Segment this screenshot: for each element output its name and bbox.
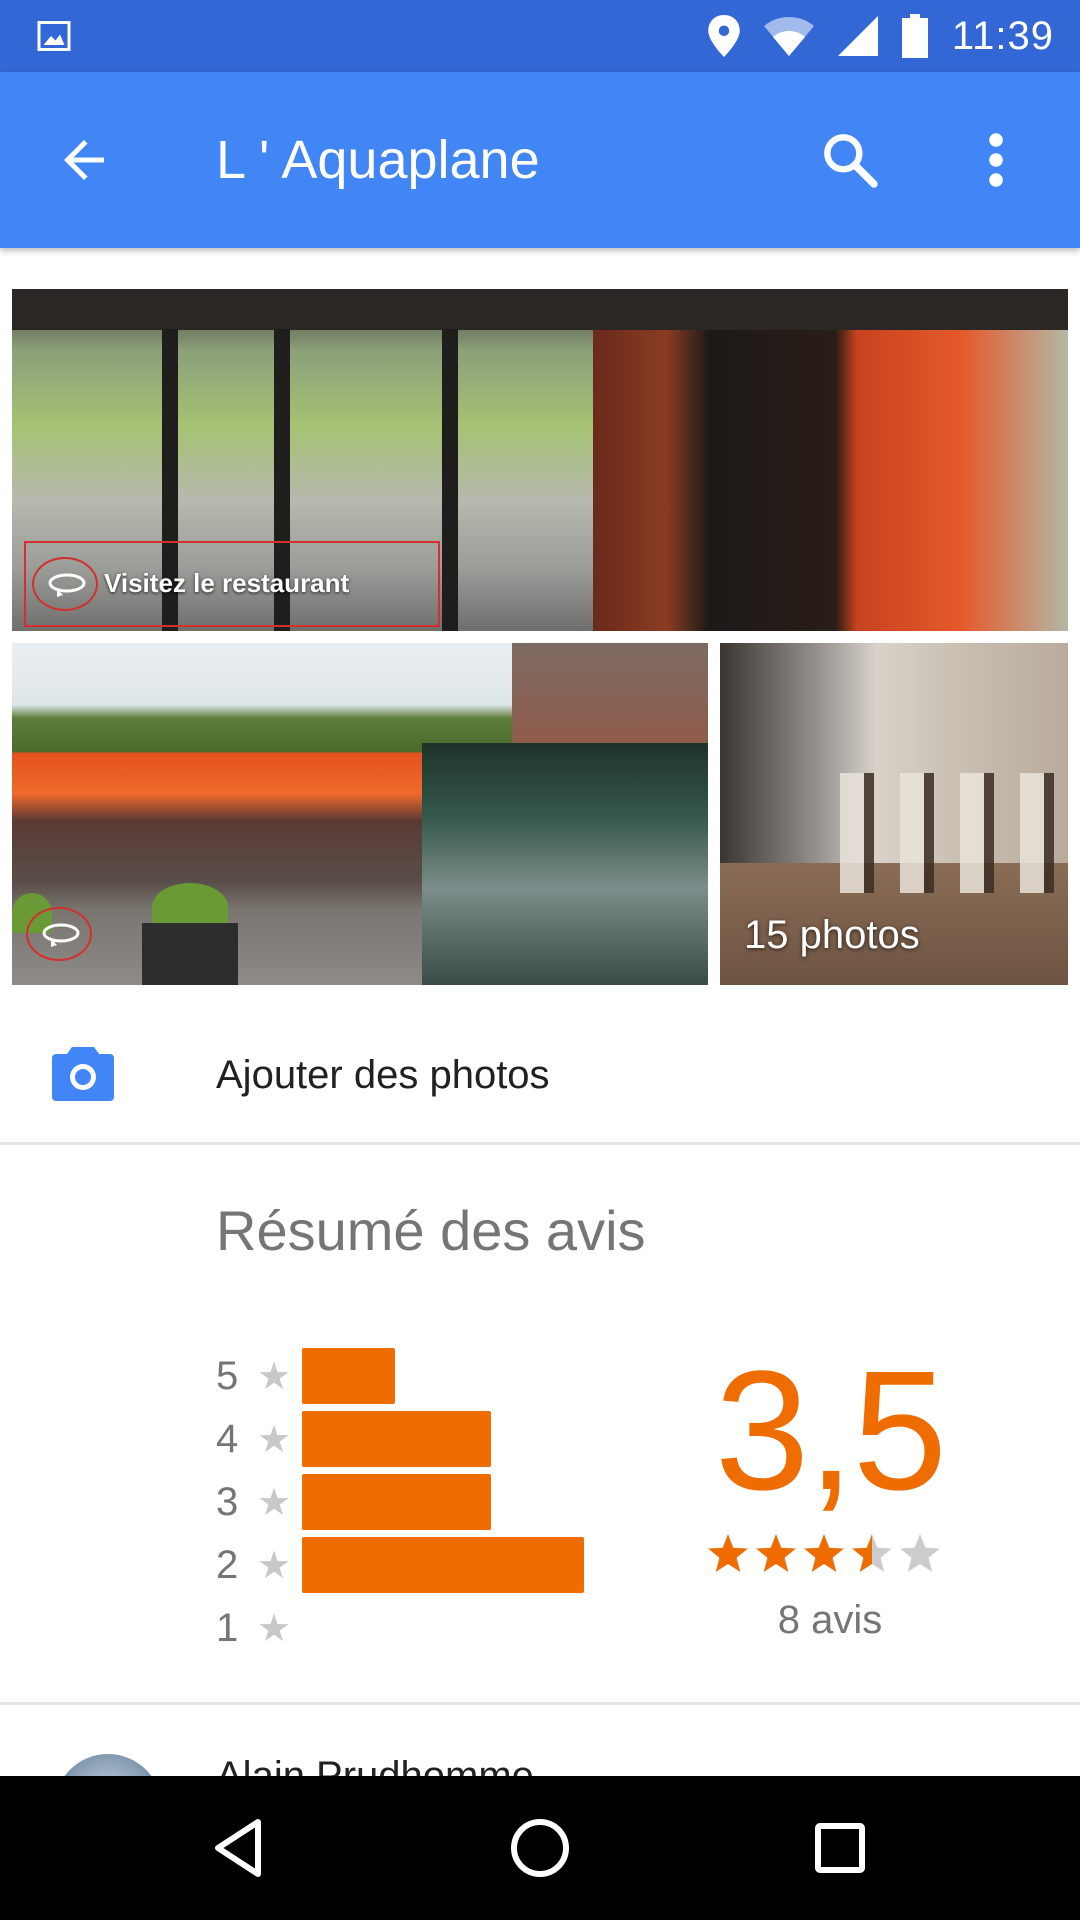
review-author: Alain Prudhomme <box>216 1754 534 1776</box>
rating-row: 2 ★ <box>216 1535 584 1595</box>
recents-square-icon[interactable] <box>804 1812 876 1884</box>
visit-restaurant-label: Visitez le restaurant <box>104 568 350 598</box>
planter <box>142 923 238 985</box>
star-icon: ★ <box>256 1418 292 1461</box>
more-vert-icon[interactable] <box>974 128 1018 192</box>
image-notification-icon <box>37 21 71 51</box>
visit-restaurant-button[interactable]: Visitez le restaurant <box>24 541 440 627</box>
rating-row: 3 ★ <box>216 1472 491 1532</box>
avatar <box>54 1754 162 1776</box>
page-title: L ' Aquaplane <box>216 130 540 190</box>
star-icon <box>900 1534 940 1572</box>
add-photos-label: Ajouter des photos <box>216 1053 550 1097</box>
camera-icon <box>52 1047 114 1101</box>
star-icon: ★ <box>256 1481 292 1524</box>
star-icon <box>708 1534 748 1572</box>
home-circle-icon[interactable] <box>504 1812 576 1884</box>
review-item[interactable]: Alain Prudhomme <box>0 1704 1080 1776</box>
rating-bar <box>302 1411 491 1467</box>
rating-row-stars-label: 3 <box>216 1479 239 1524</box>
rating-bar <box>302 1537 584 1593</box>
reviews-summary-title: Résumé des avis <box>216 1199 646 1262</box>
status-bar: 11:39 <box>0 0 1080 72</box>
star-icon <box>852 1534 892 1572</box>
status-time: 11:39 <box>951 13 1054 58</box>
rating-bar <box>302 1474 491 1530</box>
system-nav-bar <box>0 1776 1080 1920</box>
back-triangle-icon[interactable] <box>204 1812 276 1884</box>
photo-terrace[interactable] <box>12 643 708 985</box>
wifi-icon <box>763 17 814 56</box>
divider <box>0 1142 1080 1145</box>
star-icon <box>804 1534 844 1572</box>
star-icon: ★ <box>256 1544 292 1587</box>
back-arrow-icon[interactable] <box>54 130 114 190</box>
star-icon: ★ <box>256 1607 292 1650</box>
add-photos-row[interactable]: Ajouter des photos <box>0 1003 1080 1145</box>
dining-tables <box>840 773 1068 893</box>
location-icon <box>708 15 740 57</box>
star-icon: ★ <box>256 1355 292 1398</box>
app-bar: L ' Aquaplane <box>0 72 1080 248</box>
signal-icon <box>837 16 878 56</box>
rating-stars <box>708 1534 940 1572</box>
rating-row-stars-label: 1 <box>216 1605 239 1650</box>
rating-bar <box>302 1348 395 1404</box>
place-details-content[interactable]: Visitez le restaurant 15 photos Ajouter … <box>0 248 1080 1776</box>
rating-row: 1 ★ <box>216 1598 302 1658</box>
star-icon <box>756 1534 796 1572</box>
building-roof <box>512 643 708 743</box>
photo-interior-tour[interactable]: Visitez le restaurant <box>12 289 1068 631</box>
rating-row: 5 ★ <box>216 1346 395 1406</box>
rating-row: 4 ★ <box>216 1409 491 1469</box>
rating-row-stars-label: 2 <box>216 1542 239 1587</box>
360-view-icon <box>26 907 92 961</box>
review-count[interactable]: 8 avis <box>700 1598 960 1643</box>
rating-row-stars-label: 4 <box>216 1416 239 1461</box>
window-frame <box>442 329 458 631</box>
battery-icon <box>901 14 928 58</box>
photo-count-label: 15 photos <box>744 913 920 957</box>
average-score: 3,5 <box>714 1336 947 1526</box>
photo-dining-room[interactable]: 15 photos <box>720 643 1068 985</box>
rating-row-stars-label: 5 <box>216 1353 239 1398</box>
search-icon[interactable] <box>818 128 882 192</box>
glass-pavilion <box>422 743 708 985</box>
360-view-icon <box>32 557 98 611</box>
